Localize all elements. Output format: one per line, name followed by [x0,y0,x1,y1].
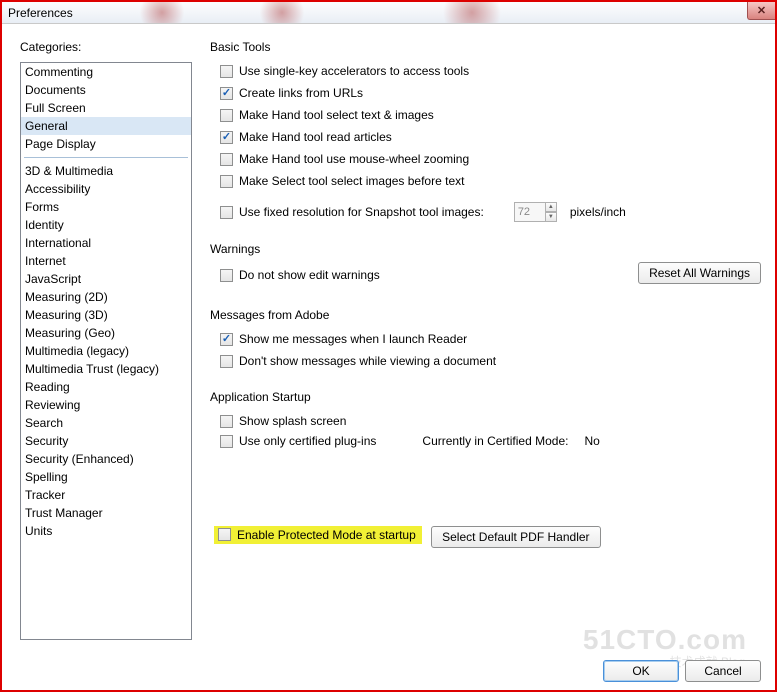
spinner-up-icon[interactable]: ▲ [545,202,557,212]
messages-title: Messages from Adobe [210,308,761,322]
sidebar-item[interactable]: Page Display [21,135,191,153]
certified-mode-value: No [584,434,599,448]
sidebar-item[interactable]: Measuring (Geo) [21,324,191,342]
edit-warnings-checkbox[interactable] [220,269,233,282]
sidebar-separator [24,157,188,158]
basic-tools-title: Basic Tools [210,40,761,54]
startup-title: Application Startup [210,390,761,404]
check-row: Make Hand tool use mouse-wheel zooming [220,150,761,168]
check-label: Make Hand tool read articles [239,130,392,144]
sidebar-item[interactable]: Tracker [21,486,191,504]
check-label: Make Select tool select images before te… [239,174,464,188]
categories-list[interactable]: CommentingDocumentsFull ScreenGeneralPag… [20,62,192,640]
categories-label: Categories: [20,40,192,54]
check-row: Show me messages when I launch Reader [220,330,761,348]
sidebar-item[interactable]: Measuring (2D) [21,288,191,306]
snapshot-unit: pixels/inch [570,205,626,219]
cancel-button[interactable]: Cancel [685,660,761,682]
edit-warnings-label: Do not show edit warnings [239,268,380,282]
sidebar-item[interactable]: JavaScript [21,270,191,288]
check-label: Don't show messages while viewing a docu… [239,354,496,368]
sidebar-item[interactable]: Security [21,432,191,450]
window-title: Preferences [8,6,73,20]
sidebar-item[interactable]: Identity [21,216,191,234]
certified-checkbox[interactable] [220,435,233,448]
spinner-down-icon[interactable]: ▼ [545,212,557,222]
snapshot-label: Use fixed resolution for Snapshot tool i… [239,205,484,219]
checkbox[interactable] [220,65,233,78]
sidebar-item[interactable]: Documents [21,81,191,99]
messages-group: Messages from Adobe Show me messages whe… [210,308,761,370]
sidebar-item[interactable]: Measuring (3D) [21,306,191,324]
check-row: Make Hand tool read articles [220,128,761,146]
checkbox[interactable] [220,153,233,166]
check-label: Make Hand tool use mouse-wheel zooming [239,152,469,166]
sidebar-item[interactable]: Full Screen [21,99,191,117]
select-default-pdf-handler-button[interactable]: Select Default PDF Handler [431,526,600,548]
ok-button[interactable]: OK [603,660,679,682]
check-label: Show me messages when I launch Reader [239,332,467,346]
checkbox[interactable] [220,175,233,188]
check-row: Make Hand tool select text & images [220,106,761,124]
sidebar-item[interactable]: Search [21,414,191,432]
warnings-group: Warnings Do not show edit warnings Reset… [210,242,761,288]
certified-mode-label: Currently in Certified Mode: [422,434,568,448]
sidebar-item[interactable]: Trust Manager [21,504,191,522]
sidebar-item[interactable]: Accessibility [21,180,191,198]
certified-label: Use only certified plug-ins [239,434,376,448]
checkbox[interactable] [220,131,233,144]
sidebar-item[interactable]: General [21,117,191,135]
sidebar-item[interactable]: Internet [21,252,191,270]
protected-mode-label: Enable Protected Mode at startup [237,528,416,542]
checkbox[interactable] [220,355,233,368]
checkbox[interactable] [220,87,233,100]
window-titlebar: Preferences ✕ [2,2,775,24]
snapshot-checkbox[interactable] [220,206,233,219]
check-row: Use single-key accelerators to access to… [220,62,761,80]
sidebar-item[interactable]: Security (Enhanced) [21,450,191,468]
splash-checkbox[interactable] [220,415,233,428]
protected-mode-checkbox[interactable] [218,528,231,541]
sidebar-item[interactable]: Multimedia (legacy) [21,342,191,360]
warnings-title: Warnings [210,242,761,256]
check-label: Create links from URLs [239,86,363,100]
checkbox[interactable] [220,333,233,346]
snapshot-resolution-input[interactable]: 72 ▲ ▼ [514,202,546,222]
sidebar-item[interactable]: Spelling [21,468,191,486]
sidebar-item[interactable]: Units [21,522,191,540]
sidebar-item[interactable]: Reviewing [21,396,191,414]
reset-warnings-button[interactable]: Reset All Warnings [638,262,761,284]
basic-tools-group: Basic Tools Use single-key accelerators … [210,40,761,222]
sidebar-item[interactable]: Multimedia Trust (legacy) [21,360,191,378]
check-row: Don't show messages while viewing a docu… [220,352,761,370]
startup-group: Application Startup Show splash screen U… [210,390,761,548]
checkbox[interactable] [220,109,233,122]
splash-label: Show splash screen [239,414,346,428]
sidebar-item[interactable]: Forms [21,198,191,216]
protected-mode-row: Enable Protected Mode at startup [214,526,422,544]
check-label: Make Hand tool select text & images [239,108,434,122]
sidebar-item[interactable]: Commenting [21,63,191,81]
sidebar-item[interactable]: International [21,234,191,252]
close-icon[interactable]: ✕ [747,2,775,20]
sidebar-item[interactable]: Reading [21,378,191,396]
check-row: Make Select tool select images before te… [220,172,761,190]
sidebar-item[interactable]: 3D & Multimedia [21,162,191,180]
check-label: Use single-key accelerators to access to… [239,64,469,78]
check-row: Create links from URLs [220,84,761,102]
